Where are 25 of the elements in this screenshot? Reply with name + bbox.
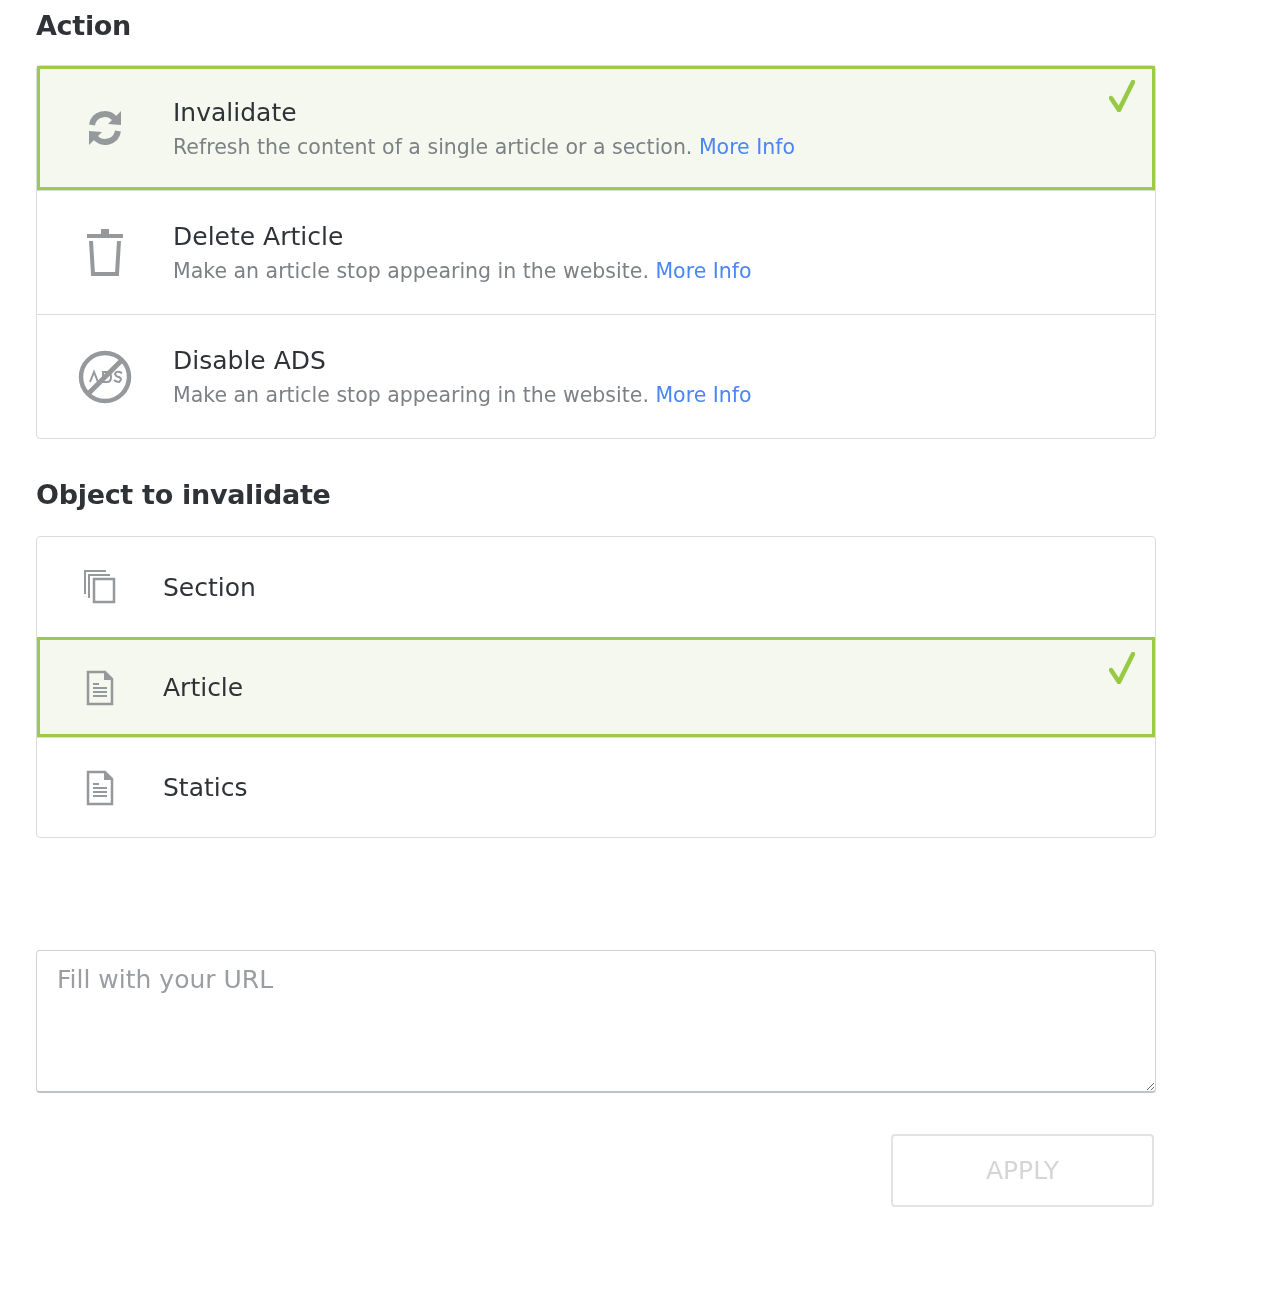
trash-icon [85,228,125,277]
no-ads-icon [78,349,132,404]
option-title: Statics [163,773,248,802]
url-field[interactable]: Fill with your URL [36,950,1156,1093]
object-option[interactable]: Section [37,537,1155,637]
checkmark-icon [1109,652,1135,684]
document-icon [86,769,114,806]
action-option[interactable]: Disable ADS Make an article stop appearing in the website. More Info [37,314,1155,438]
option-title: Section [163,572,256,602]
option-title: Disable ADS [173,346,327,375]
section-heading: Object to invalidate [36,479,332,510]
option-title: Invalidate [173,97,298,127]
option-description: Make an article stop appearing in the website. More Info [173,383,752,407]
copies-icon [84,570,116,604]
document-icon [86,669,114,706]
checkmark-icon [1109,80,1135,112]
object-option[interactable]: Article [37,637,1155,737]
section-heading: Action [36,10,133,41]
action-option[interactable]: Delete Article Make an article stop appearing in the website. More Info [37,190,1155,314]
option-description: Make an article stop appearing in the website. More Info [173,259,752,283]
object-option[interactable]: Statics [37,737,1155,837]
action-option[interactable]: Invalidate Refresh the content of a single article or a section. More Info [37,66,1155,190]
option-title: Article [163,673,244,702]
option-description: Refresh the content of a single article or a section. More Info [173,134,796,159]
option-title: Delete Article [173,222,345,251]
